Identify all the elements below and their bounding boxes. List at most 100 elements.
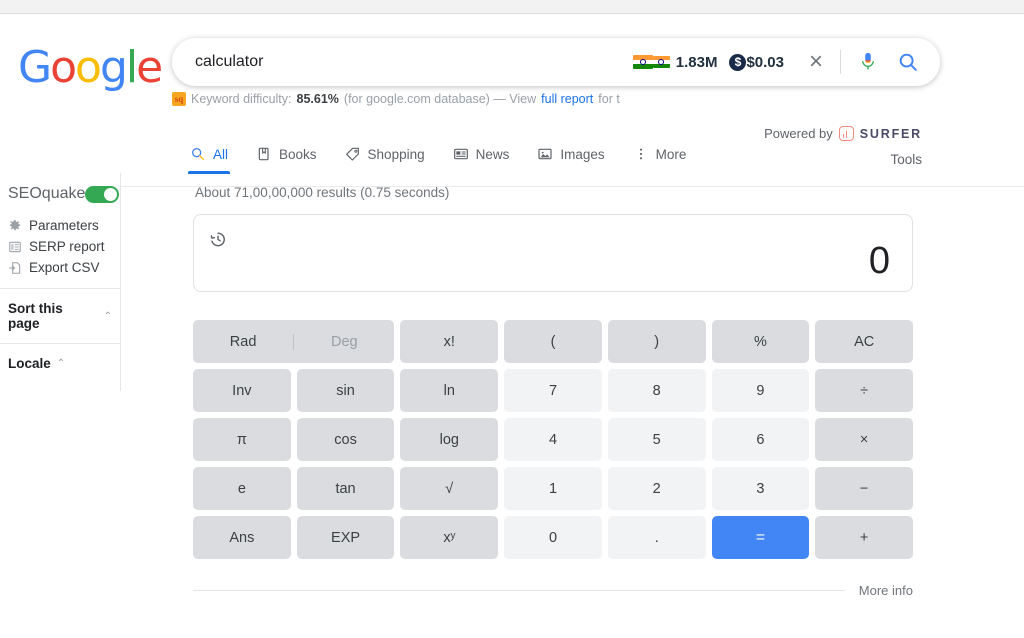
tools-button[interactable]: Tools (890, 152, 922, 167)
tab-all-label: All (213, 146, 229, 162)
sidebar-item-serp-report[interactable]: SERP report (8, 236, 112, 257)
logo-letter-g: g (99, 42, 128, 93)
surfer-brand-label: SURFER (859, 126, 922, 141)
key-cos[interactable]: cos (296, 418, 395, 461)
key-paren-close[interactable]: ) (607, 320, 706, 363)
sidebar-export-csv-label: Export CSV (29, 260, 100, 275)
sidebar-item-export-csv[interactable]: Export CSV (8, 257, 112, 278)
microphone-icon[interactable] (855, 49, 881, 75)
result-stats: About 71,00,00,000 results (0.75 seconds… (195, 185, 450, 200)
key-deg-label[interactable]: Deg (294, 334, 394, 350)
key-exp[interactable]: EXP (296, 516, 395, 559)
clear-search-button[interactable]: × (802, 48, 830, 76)
search-divider (840, 50, 841, 74)
calculator-footer: More info (193, 583, 913, 598)
country-flag-icon-top (632, 55, 653, 69)
key-percent[interactable]: % (711, 320, 810, 363)
tab-more[interactable]: More (633, 146, 687, 174)
seo-volume-group: 1.83M (652, 53, 718, 71)
chevron-up-icon-sort: ⌃ (103, 310, 112, 322)
key-ln[interactable]: ln (400, 369, 499, 412)
key-1[interactable]: 1 (504, 467, 602, 510)
key-9[interactable]: 9 (711, 369, 810, 412)
chevron-up-icon-locale: ⌃ (56, 358, 66, 369)
tag-icon (345, 147, 359, 161)
search-box[interactable]: calculator 1.83M $ $0.03 ★ × (172, 38, 940, 86)
key-multiply[interactable]: × (815, 418, 913, 461)
key-5[interactable]: 5 (607, 418, 706, 461)
country-flag-icon (652, 56, 670, 68)
search-volume-value: 1.83M (675, 53, 718, 71)
tab-more-label: More (655, 146, 687, 162)
calculator-keypad: Rad Deg x! ( ) % AC Inv sin ln 7 8 9 ÷ π… (193, 320, 913, 559)
key-log[interactable]: log (400, 418, 499, 461)
full-report-link[interactable]: full report (541, 92, 593, 106)
key-equals[interactable]: = (711, 516, 810, 559)
kd-value: 85.61% (296, 92, 339, 106)
sidebar-item-parameters[interactable]: Parameters (8, 215, 112, 236)
tab-all[interactable]: All (187, 146, 231, 174)
kd-database: (for google.com database) — View (343, 92, 537, 106)
tab-shopping[interactable]: Shopping (345, 146, 425, 174)
key-minus[interactable]: − (815, 467, 913, 510)
export-icon (8, 261, 21, 274)
browser-top-strip (0, 0, 1024, 14)
kebab-icon (639, 148, 642, 160)
main-content: About 71,00,00,000 results (0.75 seconds… (193, 173, 923, 598)
key-rad-deg-toggle[interactable]: Rad Deg (193, 320, 395, 363)
key-8[interactable]: 8 (607, 369, 706, 412)
key-power[interactable]: xʸ (400, 516, 499, 559)
powered-by-label: Powered by (764, 126, 833, 141)
key-2[interactable]: 2 (607, 467, 706, 510)
key-all-clear[interactable]: AC (815, 320, 913, 363)
history-icon[interactable] (208, 229, 228, 249)
seoquake-toggle[interactable] (85, 185, 120, 203)
tab-news[interactable]: News (453, 146, 510, 174)
logo-letter-o1: o (50, 42, 77, 93)
news-icon (453, 148, 468, 160)
surfer-bar-chart-icon (838, 126, 854, 141)
key-ans[interactable]: Ans (193, 516, 291, 559)
key-paren-open[interactable]: ( (504, 320, 602, 363)
locale-label: Locale (8, 356, 51, 371)
calculator-value: 0 (868, 240, 890, 282)
key-3[interactable]: 3 (711, 467, 810, 510)
key-divide[interactable]: ÷ (815, 369, 913, 412)
logo-letter-o2: o (75, 42, 102, 93)
seoquake-links: Parameters SERP report Export CSV (0, 213, 120, 288)
tab-news-label: News (475, 146, 510, 162)
more-info-link[interactable]: More info (859, 583, 913, 598)
google-logo[interactable]: Google (18, 42, 163, 93)
key-0[interactable]: 0 (504, 516, 602, 559)
search-input[interactable]: calculator (195, 53, 263, 71)
toggle-knob (104, 187, 118, 201)
tab-books-label: Books (279, 146, 317, 162)
key-tan[interactable]: tan (296, 467, 395, 510)
key-inv[interactable]: Inv (193, 369, 291, 412)
key-sin[interactable]: sin (296, 369, 395, 412)
sidebar-sort-this-page[interactable]: Sort this page ⌃ (0, 289, 120, 343)
tab-books[interactable]: Books (256, 146, 317, 174)
cpc-value: $0.03 (746, 53, 784, 71)
key-6[interactable]: 6 (711, 418, 810, 461)
tab-images[interactable]: Images (537, 146, 605, 174)
key-decimal[interactable]: . (607, 516, 706, 559)
key-factorial[interactable]: x! (400, 320, 499, 363)
key-pi[interactable]: π (193, 418, 291, 461)
sidebar-locale[interactable]: Locale ⌃ (0, 344, 120, 383)
powered-by-surfer: Powered by SURFER (764, 126, 922, 141)
gear-icon (9, 219, 21, 230)
key-e[interactable]: e (193, 467, 291, 510)
search-submit-icon[interactable] (895, 49, 921, 75)
key-plus[interactable]: + (815, 516, 913, 559)
search-icon (192, 148, 204, 160)
search-tabs: All Books Shopping News Images More (187, 146, 687, 174)
footer-divider (193, 590, 845, 591)
key-7[interactable]: 7 (504, 369, 602, 412)
key-4[interactable]: 4 (504, 418, 602, 461)
key-rad-label[interactable]: Rad (193, 334, 293, 350)
key-sqrt[interactable]: √ (400, 467, 499, 510)
tab-images-label: Images (560, 146, 605, 162)
calculator-display: 0 (193, 214, 913, 292)
seoquake-title: SEOquake (8, 185, 86, 202)
